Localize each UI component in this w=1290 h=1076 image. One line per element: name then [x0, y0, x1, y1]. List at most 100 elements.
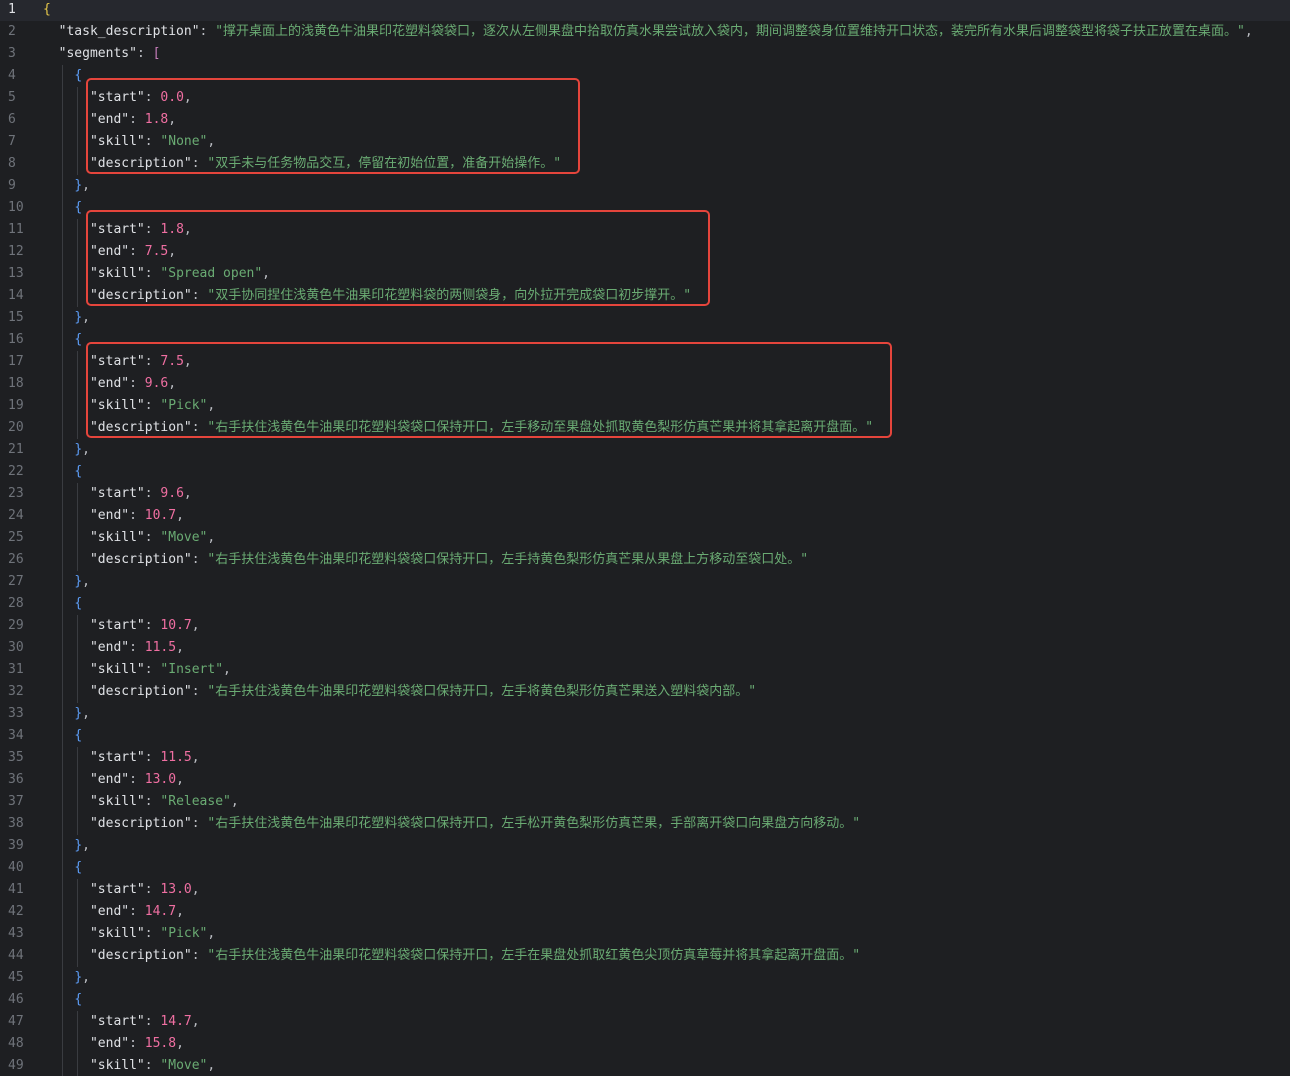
- code-line[interactable]: 22 {: [0, 461, 1290, 483]
- code-line[interactable]: 7 "skill": "None",: [0, 131, 1290, 153]
- code-line[interactable]: 35 "start": 11.5,: [0, 747, 1290, 769]
- code-text: {: [43, 725, 82, 747]
- code-line[interactable]: 18 "end": 9.6,: [0, 373, 1290, 395]
- code-line[interactable]: 42 "end": 14.7,: [0, 901, 1290, 923]
- code-line[interactable]: 31 "skill": "Insert",: [0, 659, 1290, 681]
- code-line[interactable]: 46 {: [0, 989, 1290, 1011]
- code-line[interactable]: 43 "skill": "Pick",: [0, 923, 1290, 945]
- start-value: 11.5: [160, 750, 192, 765]
- code-line[interactable]: 49 "skill": "Move",: [0, 1055, 1290, 1076]
- line-number: 4: [8, 68, 16, 83]
- colon: :: [199, 24, 216, 39]
- code-text: },: [43, 175, 90, 197]
- line-number: 6: [8, 112, 16, 127]
- line-number: 33: [8, 706, 24, 721]
- description-key: "description": [89, 552, 192, 567]
- code-line[interactable]: 21 },: [0, 439, 1290, 461]
- code-text: {: [43, 0, 51, 21]
- skill-value: "Pick": [160, 398, 208, 413]
- code-text: "description": "双手未与任务物品交互，停留在初始位置，准备开始操…: [43, 153, 561, 175]
- colon: :: [191, 288, 208, 303]
- code-line[interactable]: 37 "skill": "Release",: [0, 791, 1290, 813]
- comma: ,: [230, 794, 239, 809]
- code-line[interactable]: 39 },: [0, 835, 1290, 857]
- code-line[interactable]: 9 },: [0, 175, 1290, 197]
- code-line[interactable]: 14 "description": "双手协同捏住浅黄色牛油果印花塑料袋的两侧袋…: [0, 285, 1290, 307]
- code-line[interactable]: 15 },: [0, 307, 1290, 329]
- code-line[interactable]: 5 "start": 0.0,: [0, 87, 1290, 109]
- colon: :: [129, 112, 145, 127]
- code-text: "end": 15.8,: [43, 1033, 184, 1055]
- skill-key: "skill": [89, 662, 145, 677]
- code-line[interactable]: 38 "description": "右手扶住浅黄色牛油果印花塑料袋袋口保持开口…: [0, 813, 1290, 835]
- code-line[interactable]: 16 {: [0, 329, 1290, 351]
- comma: ,: [183, 354, 192, 369]
- code-line[interactable]: 1{: [0, 0, 1290, 21]
- comma: ,: [168, 244, 177, 259]
- colon: :: [144, 1058, 161, 1073]
- code-text: "description": "右手扶住浅黄色牛油果印花塑料袋袋口保持开口，左手…: [43, 945, 860, 967]
- line-number: 46: [8, 992, 24, 1007]
- colon: :: [144, 882, 161, 897]
- code-line[interactable]: 32 "description": "右手扶住浅黄色牛油果印花塑料袋袋口保持开口…: [0, 681, 1290, 703]
- code-line[interactable]: 4 {: [0, 65, 1290, 87]
- code-line[interactable]: 44 "description": "右手扶住浅黄色牛油果印花塑料袋袋口保持开口…: [0, 945, 1290, 967]
- code-line[interactable]: 33 },: [0, 703, 1290, 725]
- code-line[interactable]: 13 "skill": "Spread open",: [0, 263, 1290, 285]
- code-line[interactable]: 10 {: [0, 197, 1290, 219]
- description-key: "description": [89, 420, 192, 435]
- colon: :: [191, 816, 208, 831]
- code-line[interactable]: 29 "start": 10.7,: [0, 615, 1290, 637]
- code-line[interactable]: 41 "start": 13.0,: [0, 879, 1290, 901]
- line-number: 3: [8, 46, 16, 61]
- colon: :: [144, 750, 161, 765]
- code-line[interactable]: 47 "start": 14.7,: [0, 1011, 1290, 1033]
- comma: ,: [176, 640, 184, 655]
- code-text: {: [43, 857, 82, 879]
- line-number: 38: [8, 816, 24, 831]
- start-value: 7.5: [160, 354, 184, 369]
- code-line[interactable]: 8 "description": "双手未与任务物品交互，停留在初始位置，准备开…: [0, 153, 1290, 175]
- code-line[interactable]: 12 "end": 7.5,: [0, 241, 1290, 263]
- skill-value: "Spread open": [160, 266, 263, 281]
- skill-value: "Move": [160, 530, 208, 545]
- line-number: 10: [8, 200, 24, 215]
- code-line[interactable]: 19 "skill": "Pick",: [0, 395, 1290, 417]
- code-line[interactable]: 27 },: [0, 571, 1290, 593]
- task-description-value: "撑开桌面上的浅黄色牛油果印花塑料袋袋口，逐次从左侧果盘中拾取仿真水果尝试放入袋…: [215, 24, 1245, 39]
- code-text: "description": "右手扶住浅黄色牛油果印花塑料袋袋口保持开口，左手…: [43, 417, 873, 439]
- code-editor[interactable]: 1{2 "task_description": "撑开桌面上的浅黄色牛油果印花塑…: [0, 0, 1290, 1076]
- code-line[interactable]: 40 {: [0, 857, 1290, 879]
- code-line[interactable]: 48 "end": 15.8,: [0, 1033, 1290, 1055]
- code-line[interactable]: 45 },: [0, 967, 1290, 989]
- code-text: "end": 11.5,: [43, 637, 184, 659]
- comma: ,: [168, 112, 177, 127]
- line-number: 8: [8, 156, 16, 171]
- code-text: {: [43, 989, 82, 1011]
- code-line[interactable]: 17 "start": 7.5,: [0, 351, 1290, 373]
- description-key: "description": [89, 156, 192, 171]
- comma: ,: [183, 90, 192, 105]
- code-line[interactable]: 28 {: [0, 593, 1290, 615]
- code-line[interactable]: 23 "start": 9.6,: [0, 483, 1290, 505]
- skill-key: "skill": [89, 398, 145, 413]
- code-line[interactable]: 3 "segments": [: [0, 43, 1290, 65]
- code-line[interactable]: 2 "task_description": "撑开桌面上的浅黄色牛油果印花塑料袋…: [0, 21, 1290, 43]
- code-line[interactable]: 26 "description": "右手扶住浅黄色牛油果印花塑料袋袋口保持开口…: [0, 549, 1290, 571]
- start-key: "start": [89, 750, 145, 765]
- code-line[interactable]: 20 "description": "右手扶住浅黄色牛油果印花塑料袋袋口保持开口…: [0, 417, 1290, 439]
- skill-value: "Release": [160, 794, 231, 809]
- code-text: {: [43, 461, 82, 483]
- code-line[interactable]: 25 "skill": "Move",: [0, 527, 1290, 549]
- description-key: "description": [89, 684, 192, 699]
- code-line[interactable]: 6 "end": 1.8,: [0, 109, 1290, 131]
- code-text: },: [43, 835, 90, 857]
- line-number: 11: [8, 222, 24, 237]
- code-line[interactable]: 36 "end": 13.0,: [0, 769, 1290, 791]
- code-line[interactable]: 24 "end": 10.7,: [0, 505, 1290, 527]
- line-number: 49: [8, 1058, 24, 1073]
- code-line[interactable]: 11 "start": 1.8,: [0, 219, 1290, 241]
- end-value: 14.7: [144, 904, 177, 919]
- code-line[interactable]: 30 "end": 11.5,: [0, 637, 1290, 659]
- code-line[interactable]: 34 {: [0, 725, 1290, 747]
